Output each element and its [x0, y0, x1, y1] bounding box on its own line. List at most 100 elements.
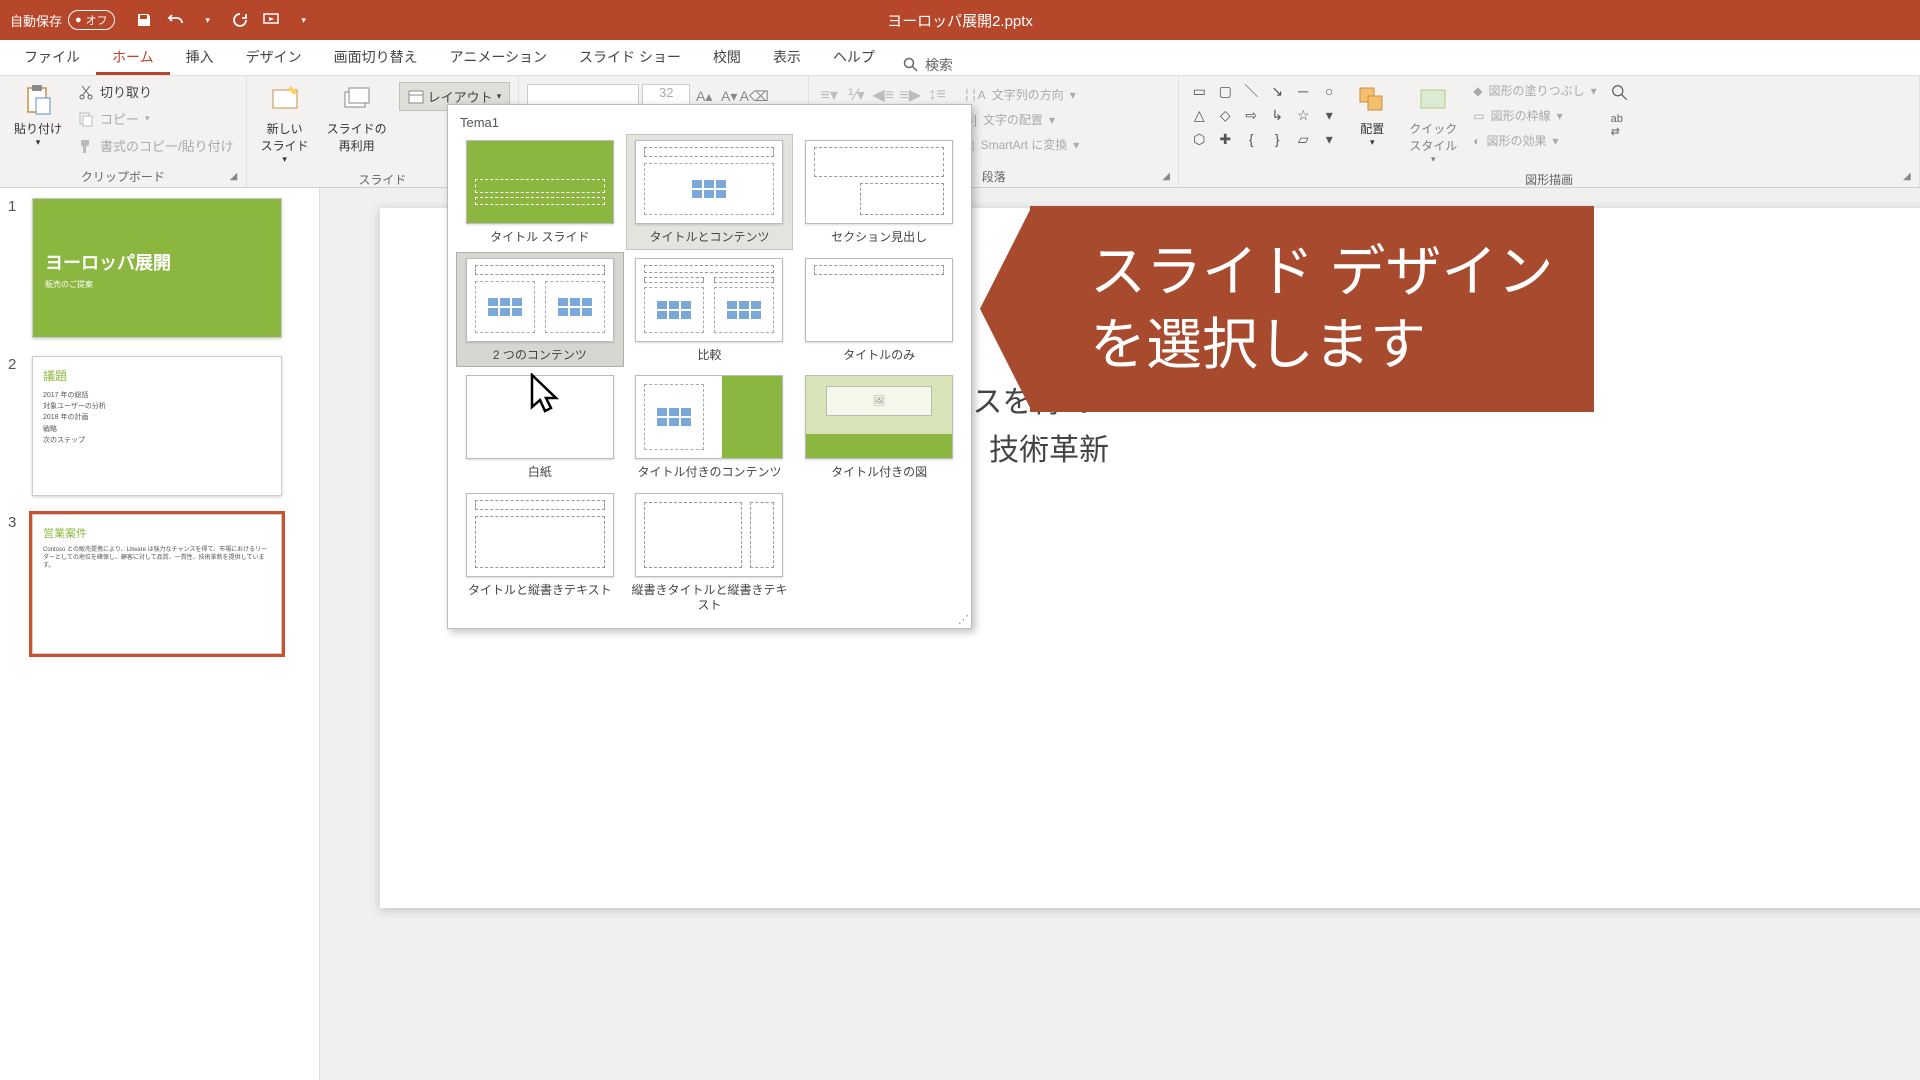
bullets-button[interactable]: ≡▾ [817, 84, 841, 106]
text-align-button[interactable]: [≡] 文字の配置 ▾ [959, 109, 1083, 130]
shape-plus-icon[interactable]: ✚ [1213, 128, 1237, 150]
redo-icon[interactable] [231, 11, 249, 29]
shape-diam-icon[interactable]: ◇ [1213, 104, 1237, 126]
layout-option-content-caption[interactable]: タイトル付きのコンテンツ [626, 369, 794, 485]
replace-button[interactable]: ab⇄ [1611, 113, 1629, 138]
drawing-dialog-launcher[interactable]: ◢ [1903, 171, 1917, 185]
text-direction-button[interactable]: ╎╎A 文字列の方向 ▾ [959, 84, 1083, 105]
shape-line-icon[interactable]: ＼ [1239, 80, 1263, 102]
tab-transitions[interactable]: 画面切り替え [318, 39, 434, 75]
layout-option-picture-caption[interactable]: 🖼 タイトル付きの図 [795, 369, 963, 485]
layout-option-title-only[interactable]: タイトルのみ [795, 252, 963, 368]
arrange-button[interactable]: 配置▾ [1347, 80, 1397, 152]
shape-line2-icon[interactable]: ─ [1291, 80, 1315, 102]
undo-icon[interactable] [167, 11, 185, 29]
layout-option-title-content[interactable]: タイトルとコンテンツ [626, 134, 794, 250]
slide-number: 2 [8, 356, 24, 496]
tab-file[interactable]: ファイル [8, 39, 96, 75]
search-icon [903, 57, 919, 73]
reuse-slides-button[interactable]: スライドの 再利用 [321, 80, 393, 158]
shape-rrect-icon[interactable]: ▢ [1213, 80, 1237, 102]
slide-number: 3 [8, 514, 24, 654]
format-painter-button[interactable]: 書式のコピー/貼り付け [74, 134, 238, 157]
quick-styles-button[interactable]: クイック スタイル▾ [1403, 80, 1463, 169]
cut-button[interactable]: 切り取り [74, 80, 238, 103]
save-icon[interactable] [135, 11, 153, 29]
tab-slideshow[interactable]: スライド ショー [563, 39, 697, 75]
layout-option-vert-title-text[interactable]: 縦書きタイトルと縦書きテキスト [626, 487, 794, 618]
outdent-button[interactable]: ◀≡ [871, 84, 895, 106]
shape-fill-button[interactable]: ◆ 図形の塗りつぶし ▾ [1469, 80, 1600, 101]
shape-tri-icon[interactable]: △ [1187, 104, 1211, 126]
group-label-clipboard: クリップボード [8, 166, 238, 185]
arrange-icon [1356, 84, 1388, 116]
shape-elbow-icon[interactable]: ↳ [1265, 104, 1289, 126]
find-button[interactable] [1611, 84, 1629, 107]
quick-access-toolbar: ▾ ▾ [125, 11, 323, 29]
layout-option-title-slide[interactable]: タイトル スライド [456, 134, 624, 250]
autosave-state: ● オフ [68, 10, 115, 30]
tab-design[interactable]: デザイン [230, 39, 318, 75]
slide-number: 1 [8, 198, 24, 338]
paragraph-dialog-launcher[interactable]: ◢ [1162, 171, 1176, 185]
layout-option-blank[interactable]: 白紙 [456, 369, 624, 485]
reuse-slides-icon [341, 84, 373, 116]
layout-theme-name: Tema1 [452, 109, 967, 134]
tab-review[interactable]: 校閲 [697, 39, 757, 75]
shape-expand-icon[interactable]: ▾ [1317, 128, 1341, 150]
shape-effects-button[interactable]: ◐ 図形の効果 ▾ [1469, 130, 1600, 151]
shape-callout-icon[interactable]: ▱ [1291, 128, 1315, 150]
tab-help[interactable]: ヘルプ [817, 39, 891, 75]
copy-icon [78, 111, 94, 127]
tab-animations[interactable]: アニメーション [434, 39, 563, 75]
shape-arr-r-icon[interactable]: ⇨ [1239, 104, 1263, 126]
search-placeholder: 検索 [925, 55, 953, 75]
layout-option-title-vert-text[interactable]: タイトルと縦書きテキスト [456, 487, 624, 618]
format-painter-icon [78, 138, 94, 154]
layout-option-two-content[interactable]: 2 つのコンテンツ [456, 252, 624, 368]
undo-dropdown-icon[interactable]: ▾ [199, 11, 217, 29]
slide-thumbnail-3[interactable]: 営業案件 Contoso との販売提携により、Litware は強力なチャンスを… [32, 514, 282, 654]
layout-icon [408, 90, 424, 104]
shape-more-icon[interactable]: ▾ [1317, 104, 1341, 126]
quick-styles-icon [1417, 84, 1449, 116]
shape-brace-r-icon[interactable]: } [1265, 128, 1289, 150]
shape-brace-l-icon[interactable]: { [1239, 128, 1263, 150]
qat-more-icon[interactable]: ▾ [295, 11, 313, 29]
clipboard-dialog-launcher[interactable]: ◢ [230, 171, 244, 185]
shape-hex-icon[interactable]: ⬡ [1187, 128, 1211, 150]
instruction-callout: スライド デザイン を選択します [1030, 206, 1594, 412]
layout-option-comparison[interactable]: 比較 [626, 252, 794, 368]
present-icon[interactable] [263, 11, 281, 29]
group-drawing: ▭ ▢ ＼ ↘ ─ ○ △ ◇ ⇨ ↳ ☆ ▾ ⬡ ✚ { } ▱ ▾ [1179, 76, 1920, 187]
line-spacing-button[interactable]: ↕≡ [925, 84, 949, 106]
shape-outline-button[interactable]: ▭ 図形の枠線 ▾ [1469, 105, 1600, 126]
autosave-label: 自動保存 [10, 11, 62, 30]
layout-option-section-header[interactable]: セクション見出し [795, 134, 963, 250]
slide-thumbnail-panel[interactable]: 1 ヨーロッパ展開 販売のご提案 2 議題 2017 年の総括 対象ユーザーの分… [0, 188, 320, 1080]
layout-gallery-dropdown: Tema1 タイトル スライド タイトルとコンテンツ セクション見出し 2 つの… [447, 104, 972, 629]
tab-insert[interactable]: 挿入 [170, 39, 230, 75]
numbering-button[interactable]: ⅟▾ [844, 84, 868, 106]
shape-arrow-icon[interactable]: ↘ [1265, 80, 1289, 102]
title-bar: 自動保存 ● オフ ▾ ▾ ヨーロッパ展開2.pptx [0, 0, 1920, 40]
smartart-button[interactable]: ▣ SmartArt に変換 ▾ [959, 134, 1083, 155]
slide-thumbnail-1[interactable]: ヨーロッパ展開 販売のご提案 [32, 198, 282, 338]
slide-thumbnail-2[interactable]: 議題 2017 年の総括 対象ユーザーの分析 2018 年の計画 戦略 次のステ… [32, 356, 282, 496]
shape-star-icon[interactable]: ☆ [1291, 104, 1315, 126]
paste-button[interactable]: 貼り付け▾ [8, 80, 68, 152]
new-slide-button[interactable]: 新しい スライド▾ [255, 80, 315, 169]
tab-home[interactable]: ホーム [96, 39, 170, 75]
shapes-gallery[interactable]: ▭ ▢ ＼ ↘ ─ ○ △ ◇ ⇨ ↳ ☆ ▾ ⬡ ✚ { } ▱ ▾ [1187, 80, 1341, 150]
shape-oval-icon[interactable]: ○ [1317, 80, 1341, 102]
group-clipboard: 貼り付け▾ 切り取り コピー ▾ 書式のコピー/貼り付け クリップボード ◢ [0, 76, 247, 187]
copy-button[interactable]: コピー ▾ [74, 107, 238, 130]
indent-button[interactable]: ≡▶ [898, 84, 922, 106]
search-box[interactable]: 検索 [891, 55, 965, 75]
new-slide-icon [269, 84, 301, 116]
resize-grip-icon[interactable]: ⋰ [958, 613, 969, 626]
autosave-toggle[interactable]: 自動保存 ● オフ [0, 10, 125, 30]
tab-view[interactable]: 表示 [757, 39, 817, 75]
cut-icon [78, 84, 94, 100]
shape-rect-icon[interactable]: ▭ [1187, 80, 1211, 102]
